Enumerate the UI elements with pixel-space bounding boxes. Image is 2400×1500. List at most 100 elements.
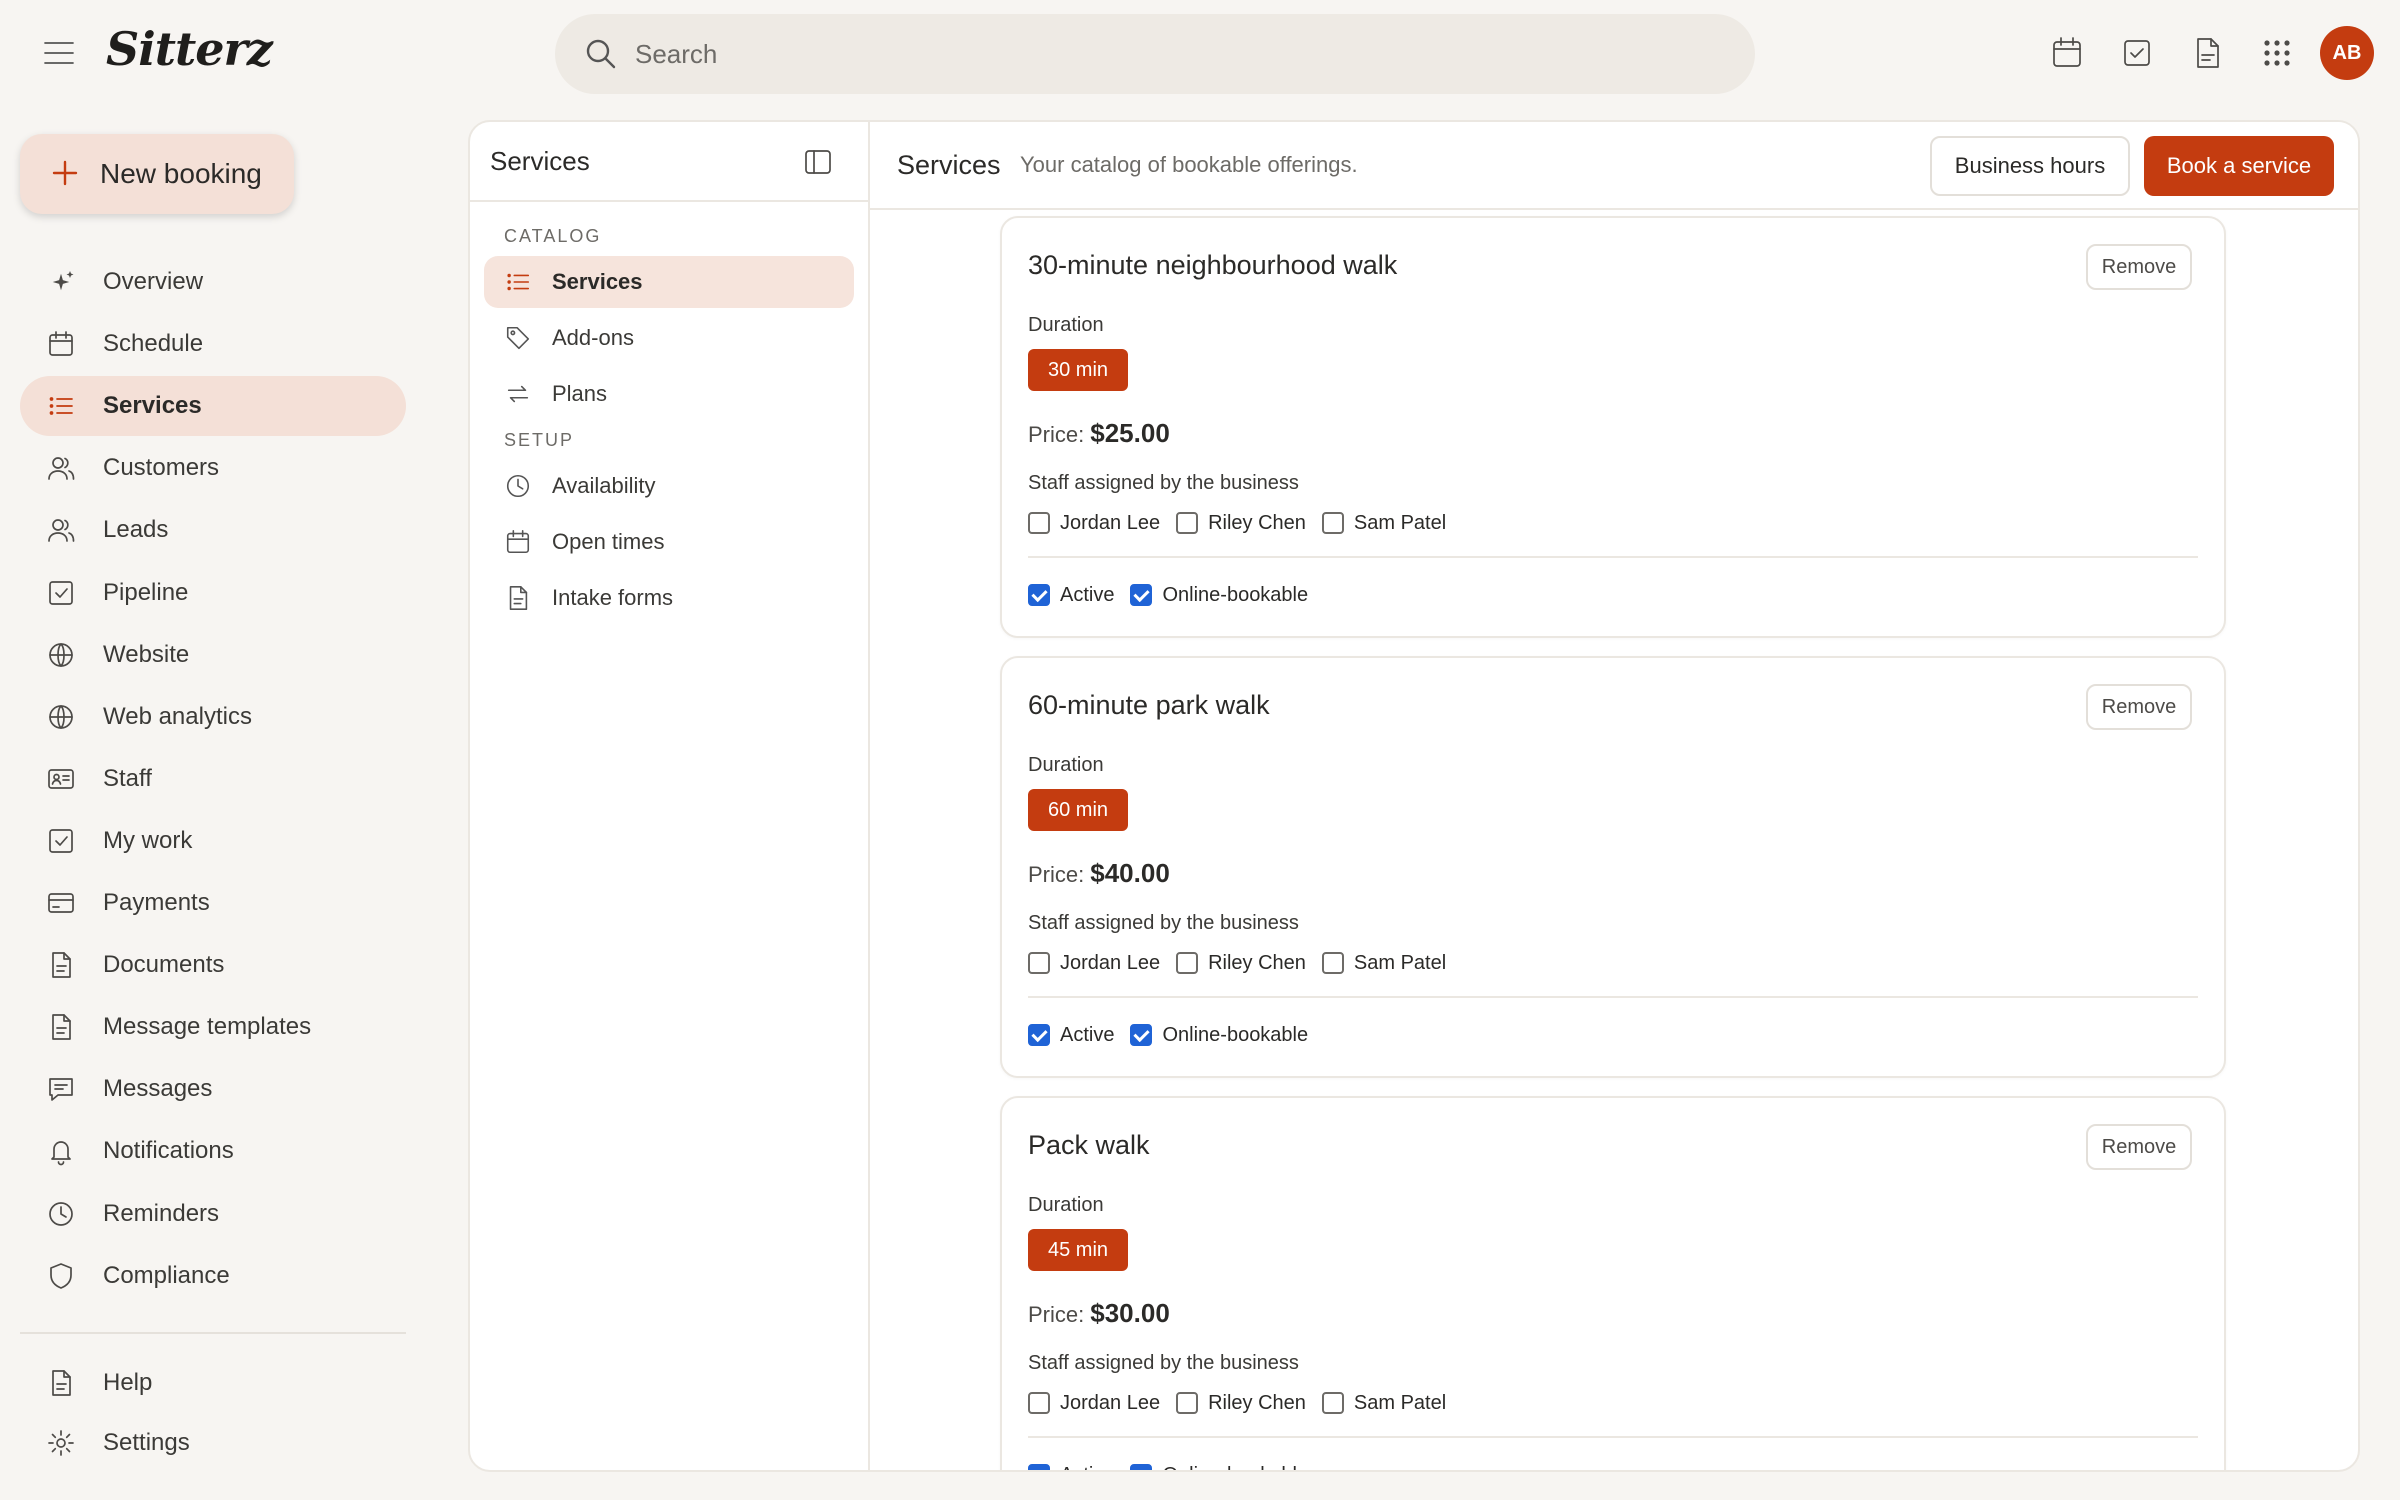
subnav-item-availability[interactable]: Availability [484,460,854,512]
subnav-item-services[interactable]: Services [484,256,854,308]
calendar-icon[interactable] [2048,34,2086,72]
checkbox[interactable] [1028,512,1050,534]
active-checkbox[interactable]: Active [1028,1464,1114,1470]
staff-checkbox[interactable]: Sam Patel [1321,1392,1446,1415]
remove-button[interactable]: Remove [2086,684,2192,730]
checkbox[interactable] [1321,512,1344,534]
main-panel: Services CATALOG Services Add-ons Plans S… [468,120,2360,1472]
search-input[interactable] [635,14,1715,94]
shield-icon [46,1261,76,1291]
sidebar-item-customers[interactable]: Customers [20,438,406,498]
checkbox[interactable] [1028,1392,1050,1414]
sidebar-item-notifications[interactable]: Notifications [20,1121,406,1181]
service-list[interactable]: 30-minute neighbourhood walk Remove Dura… [870,210,2358,1470]
services-subnav: Services CATALOG Services Add-ons Plans S… [470,122,870,1470]
sidebar-item-reminders[interactable]: Reminders [20,1184,406,1244]
sidebar-item-label: My work [103,827,193,854]
people-icon [46,515,76,545]
checkbox[interactable] [1321,952,1344,974]
sidebar-item-help[interactable]: Help [20,1353,406,1413]
document-icon [46,1012,76,1042]
online-bookable-checkbox[interactable]: Online-bookable [1130,1464,1308,1470]
staff-checkbox[interactable]: Riley Chen [1176,512,1306,535]
sidebar-collapse-icon[interactable] [802,146,834,178]
sidebar-item-overview[interactable]: Overview [20,252,406,312]
sidebar-item-payments[interactable]: Payments [20,873,406,933]
staff-checkbox[interactable]: Jordan Lee [1028,1392,1160,1415]
sidebar-item-label: Messages [103,1075,213,1102]
staff-checkbox[interactable]: Sam Patel [1321,512,1446,535]
checkbox[interactable] [1028,952,1050,974]
online-bookable-checkbox[interactable]: Online-bookable [1130,584,1308,607]
duration-chip[interactable]: 45 min [1028,1229,1128,1271]
sidebar-item-website[interactable]: Website [20,625,406,685]
task-check-icon[interactable] [2118,34,2156,72]
subnav-item-intake-forms[interactable]: Intake forms [484,572,854,624]
user-avatar[interactable]: AB [2320,26,2374,80]
sidebar-item-label: Documents [103,951,225,978]
business-hours-button[interactable]: Business hours [1930,136,2130,196]
id-card-icon [46,764,76,794]
calendar-icon [46,329,76,359]
new-booking-button[interactable]: New booking [20,134,294,214]
checkbox[interactable] [1028,584,1050,606]
content-title: Services [897,150,1001,180]
sidebar-item-my-work[interactable]: My work [20,811,406,871]
app-logo[interactable]: Sitterz [106,22,273,76]
document-icon[interactable] [2188,34,2226,72]
staff-checkbox[interactable]: Riley Chen [1176,1392,1306,1415]
subnav-item-open-times[interactable]: Open times [484,516,854,568]
staff-checkbox[interactable]: Jordan Lee [1028,952,1160,975]
subnav-item-plans[interactable]: Plans [484,368,854,420]
apps-grid-icon[interactable] [2258,34,2296,72]
book-service-button[interactable]: Book a service [2144,136,2334,196]
service-card: 30-minute neighbourhood walk Remove Dura… [1000,216,2226,638]
remove-button[interactable]: Remove [2086,244,2192,290]
subnav-section-label: SETUP [504,430,575,450]
checkbox[interactable] [1176,512,1199,534]
sidebar-item-leads[interactable]: Leads [20,500,406,560]
subnav-section-label: CATALOG [504,226,602,246]
sidebar-item-compliance[interactable]: Compliance [20,1246,406,1306]
subnav-item-add-ons[interactable]: Add-ons [484,312,854,364]
checkbox[interactable] [1028,1024,1050,1046]
staff-checkbox[interactable]: Jordan Lee [1028,512,1160,535]
sidebar-item-message-templates[interactable]: Message templates [20,997,406,1057]
checkbox[interactable] [1176,952,1199,974]
sidebar-item-documents[interactable]: Documents [20,935,406,995]
staff-label: Staff assigned by the business [1028,1352,1299,1374]
sidebar-item-web-analytics[interactable]: Web analytics [20,687,406,747]
subnav-title: Services [490,146,590,176]
sidebar-item-services[interactable]: Services [20,376,406,436]
sidebar-item-label: Schedule [103,330,204,357]
price-row: Price: $40.00 [1028,858,1170,889]
online-bookable-checkbox[interactable]: Online-bookable [1130,1024,1308,1047]
checkbox[interactable] [1321,1392,1344,1414]
card-divider [1028,996,2198,998]
calendar-icon [504,528,532,556]
sidebar-item-staff[interactable]: Staff [20,749,406,809]
menu-icon[interactable] [40,37,80,69]
sidebar-item-messages[interactable]: Messages [20,1059,406,1119]
checkbox[interactable] [1130,1024,1153,1046]
search-bar[interactable] [555,14,1755,94]
checkbox[interactable] [1028,1464,1050,1470]
sidebar-item-settings[interactable]: Settings [20,1413,406,1473]
checkbox[interactable] [1130,1464,1153,1470]
staff-checkbox[interactable]: Sam Patel [1321,952,1446,975]
remove-button[interactable]: Remove [2086,1124,2192,1170]
sidebar-item-pipeline[interactable]: Pipeline [20,563,406,623]
active-checkbox[interactable]: Active [1028,1024,1114,1047]
duration-chip[interactable]: 60 min [1028,789,1128,831]
staff-checkbox[interactable]: Riley Chen [1176,952,1306,975]
sidebar-item-schedule[interactable]: Schedule [20,314,406,374]
sidebar-item-label: Website [103,641,190,668]
duration-chip[interactable]: 30 min [1028,349,1128,391]
gear-icon [46,1428,76,1458]
service-card: Pack walk Remove Duration 45 min Price: $… [1000,1096,2226,1470]
sidebar-item-label: Payments [103,889,210,916]
document-icon [46,950,76,980]
active-checkbox[interactable]: Active [1028,584,1114,607]
checkbox[interactable] [1176,1392,1199,1414]
checkbox[interactable] [1130,584,1153,606]
